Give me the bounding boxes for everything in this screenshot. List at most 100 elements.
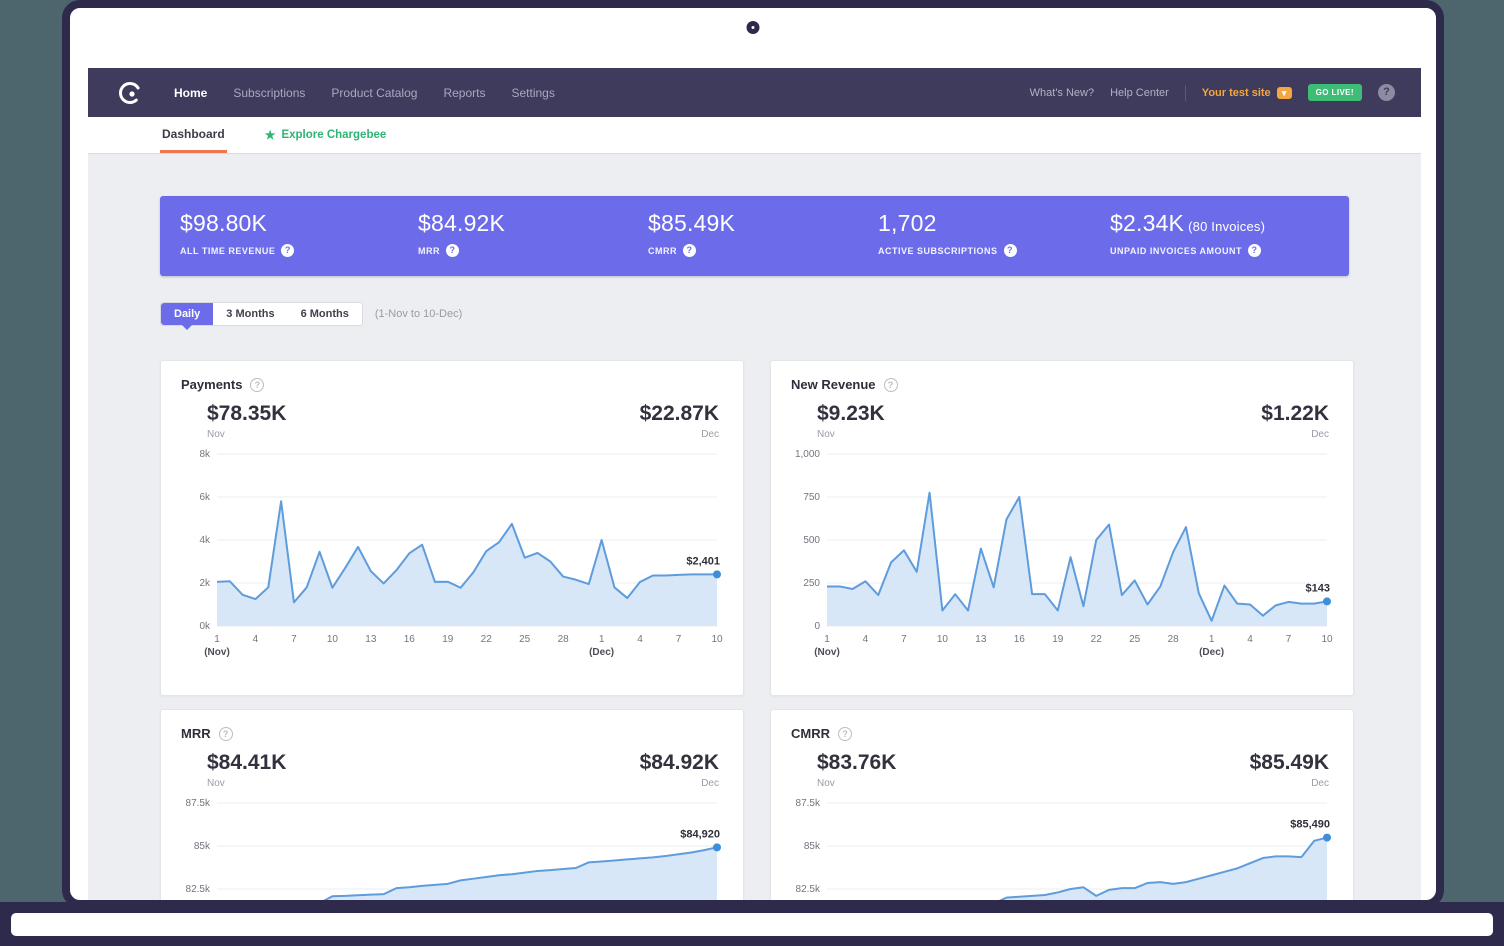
divider (1185, 85, 1186, 101)
month-summary-dec: $1.22K Dec (1261, 402, 1329, 440)
nav-item-subscriptions[interactable]: Subscriptions (233, 86, 305, 100)
svg-text:19: 19 (1052, 634, 1064, 645)
top-navbar: Home Subscriptions Product Catalog Repor… (88, 68, 1421, 117)
period-6-months-button[interactable]: 6 Months (288, 303, 362, 325)
svg-text:22: 22 (481, 634, 493, 645)
svg-text:22: 22 (1091, 634, 1103, 645)
card-title: CMRR (791, 726, 830, 741)
month-summary-nov: $84.41K Nov (207, 751, 286, 789)
svg-text:7: 7 (1286, 634, 1292, 645)
svg-text:28: 28 (558, 634, 570, 645)
period-selector-row: Daily 3 Months 6 Months (1-Nov to 10-Dec… (160, 302, 1349, 326)
svg-text:2k: 2k (199, 578, 211, 589)
help-icon[interactable] (1378, 84, 1395, 101)
svg-text:250: 250 (803, 578, 820, 589)
mrr-chart: 80k82.5k85k87.5k1(Nov)47101316192225281(… (181, 795, 725, 908)
month-summary-nov: $83.76K Nov (817, 751, 896, 789)
svg-text:$143: $143 (1306, 582, 1330, 594)
kpi-label: MRR (418, 246, 440, 256)
svg-text:(Dec): (Dec) (589, 647, 614, 658)
svg-text:19: 19 (442, 634, 454, 645)
kpi-label: CMRR (648, 246, 677, 256)
svg-text:1: 1 (824, 634, 830, 645)
svg-text:13: 13 (365, 634, 377, 645)
svg-text:4: 4 (863, 634, 869, 645)
explore-chargebee-link[interactable]: Explore Chargebee (265, 117, 387, 153)
kpi-suffix: (80 Invoices) (1188, 219, 1265, 234)
cmrr-card: CMRR $83.76K Nov $85.49K Dec 80k82.5 (770, 709, 1354, 908)
svg-text:1: 1 (214, 634, 220, 645)
dashboard-content: $98.80K ALL TIME REVENUE $84.92K MRR $85… (88, 154, 1421, 908)
kpi-value: $98.80K (180, 210, 294, 237)
nav-item-product-catalog[interactable]: Product Catalog (331, 86, 417, 100)
help-icon[interactable] (1004, 244, 1017, 257)
period-daily-button[interactable]: Daily (161, 303, 213, 325)
svg-text:$2,401: $2,401 (686, 555, 720, 567)
kpi-label: ALL TIME REVENUE (180, 246, 275, 256)
kpi-mrr: $84.92K MRR (418, 210, 505, 257)
month-summary-nov: $9.23K Nov (817, 402, 885, 440)
nav-left: Home Subscriptions Product Catalog Repor… (118, 81, 555, 105)
chargebee-app: Home Subscriptions Product Catalog Repor… (88, 68, 1421, 908)
svg-text:1: 1 (599, 634, 605, 645)
help-icon[interactable] (683, 244, 696, 257)
svg-text:4k: 4k (199, 535, 211, 546)
svg-text:$85,490: $85,490 (1290, 819, 1330, 831)
svg-text:500: 500 (803, 535, 820, 546)
svg-text:$84,920: $84,920 (680, 828, 720, 840)
svg-text:25: 25 (519, 634, 531, 645)
svg-text:82.5k: 82.5k (186, 884, 211, 895)
help-icon[interactable] (884, 378, 898, 392)
mrr-card: MRR $84.41K Nov $84.92K Dec 80k82.5k (160, 709, 744, 908)
kpi-label: ACTIVE SUBSCRIPTIONS (878, 246, 998, 256)
whats-new-link[interactable]: What's New? (1030, 87, 1094, 99)
chevron-down-icon (1277, 87, 1292, 99)
help-center-link[interactable]: Help Center (1110, 87, 1169, 99)
period-3-months-button[interactable]: 3 Months (213, 303, 287, 325)
svg-text:4: 4 (1247, 634, 1253, 645)
chargebee-logo-icon[interactable] (118, 81, 142, 105)
nav-item-reports[interactable]: Reports (443, 86, 485, 100)
svg-text:1: 1 (1209, 634, 1215, 645)
svg-text:10: 10 (1321, 634, 1333, 645)
card-title: Payments (181, 377, 242, 392)
svg-text:0k: 0k (199, 621, 211, 632)
help-icon[interactable] (446, 244, 459, 257)
nav-right: What's New? Help Center Your test site G… (1030, 84, 1395, 101)
nav-item-home[interactable]: Home (174, 86, 207, 100)
site-name: Your test site (1202, 87, 1271, 99)
kpi-value: $85.49K (648, 210, 735, 237)
svg-text:28: 28 (1168, 634, 1180, 645)
month-summary-nov: $78.35K Nov (207, 402, 286, 440)
svg-text:87.5k: 87.5k (186, 798, 211, 809)
monitor-screen: Home Subscriptions Product Catalog Repor… (62, 0, 1444, 908)
svg-text:10: 10 (327, 634, 339, 645)
cmrr-chart: 80k82.5k85k87.5k1(Nov)47101316192225281(… (791, 795, 1335, 908)
svg-text:7: 7 (291, 634, 297, 645)
svg-text:16: 16 (1014, 634, 1026, 645)
svg-text:(Nov): (Nov) (814, 647, 840, 658)
svg-text:82.5k: 82.5k (796, 884, 821, 895)
month-summary-dec: $84.92K Dec (640, 751, 719, 789)
help-icon[interactable] (219, 727, 233, 741)
svg-text:13: 13 (975, 634, 987, 645)
help-icon[interactable] (250, 378, 264, 392)
help-icon[interactable] (838, 727, 852, 741)
svg-text:8k: 8k (199, 449, 211, 460)
svg-text:7: 7 (901, 634, 907, 645)
tab-dashboard[interactable]: Dashboard (160, 117, 227, 153)
go-live-button[interactable]: GO LIVE! (1308, 84, 1362, 101)
svg-text:750: 750 (803, 492, 820, 503)
site-switcher[interactable]: Your test site (1202, 87, 1292, 99)
payments-card: Payments $78.35K Nov $22.87K Dec 0k2 (160, 360, 744, 696)
chart-cards-grid: Payments $78.35K Nov $22.87K Dec 0k2 (160, 360, 1349, 908)
help-icon[interactable] (281, 244, 294, 257)
kpi-unpaid-invoices: $2.34K(80 Invoices) UNPAID INVOICES AMOU… (1110, 210, 1265, 257)
nav-item-settings[interactable]: Settings (511, 86, 554, 100)
svg-text:4: 4 (253, 634, 259, 645)
explore-label: Explore Chargebee (281, 129, 386, 141)
svg-text:(Dec): (Dec) (1199, 647, 1224, 658)
kpi-value: 1,702 (878, 210, 1017, 237)
svg-text:85k: 85k (194, 841, 211, 852)
help-icon[interactable] (1248, 244, 1261, 257)
